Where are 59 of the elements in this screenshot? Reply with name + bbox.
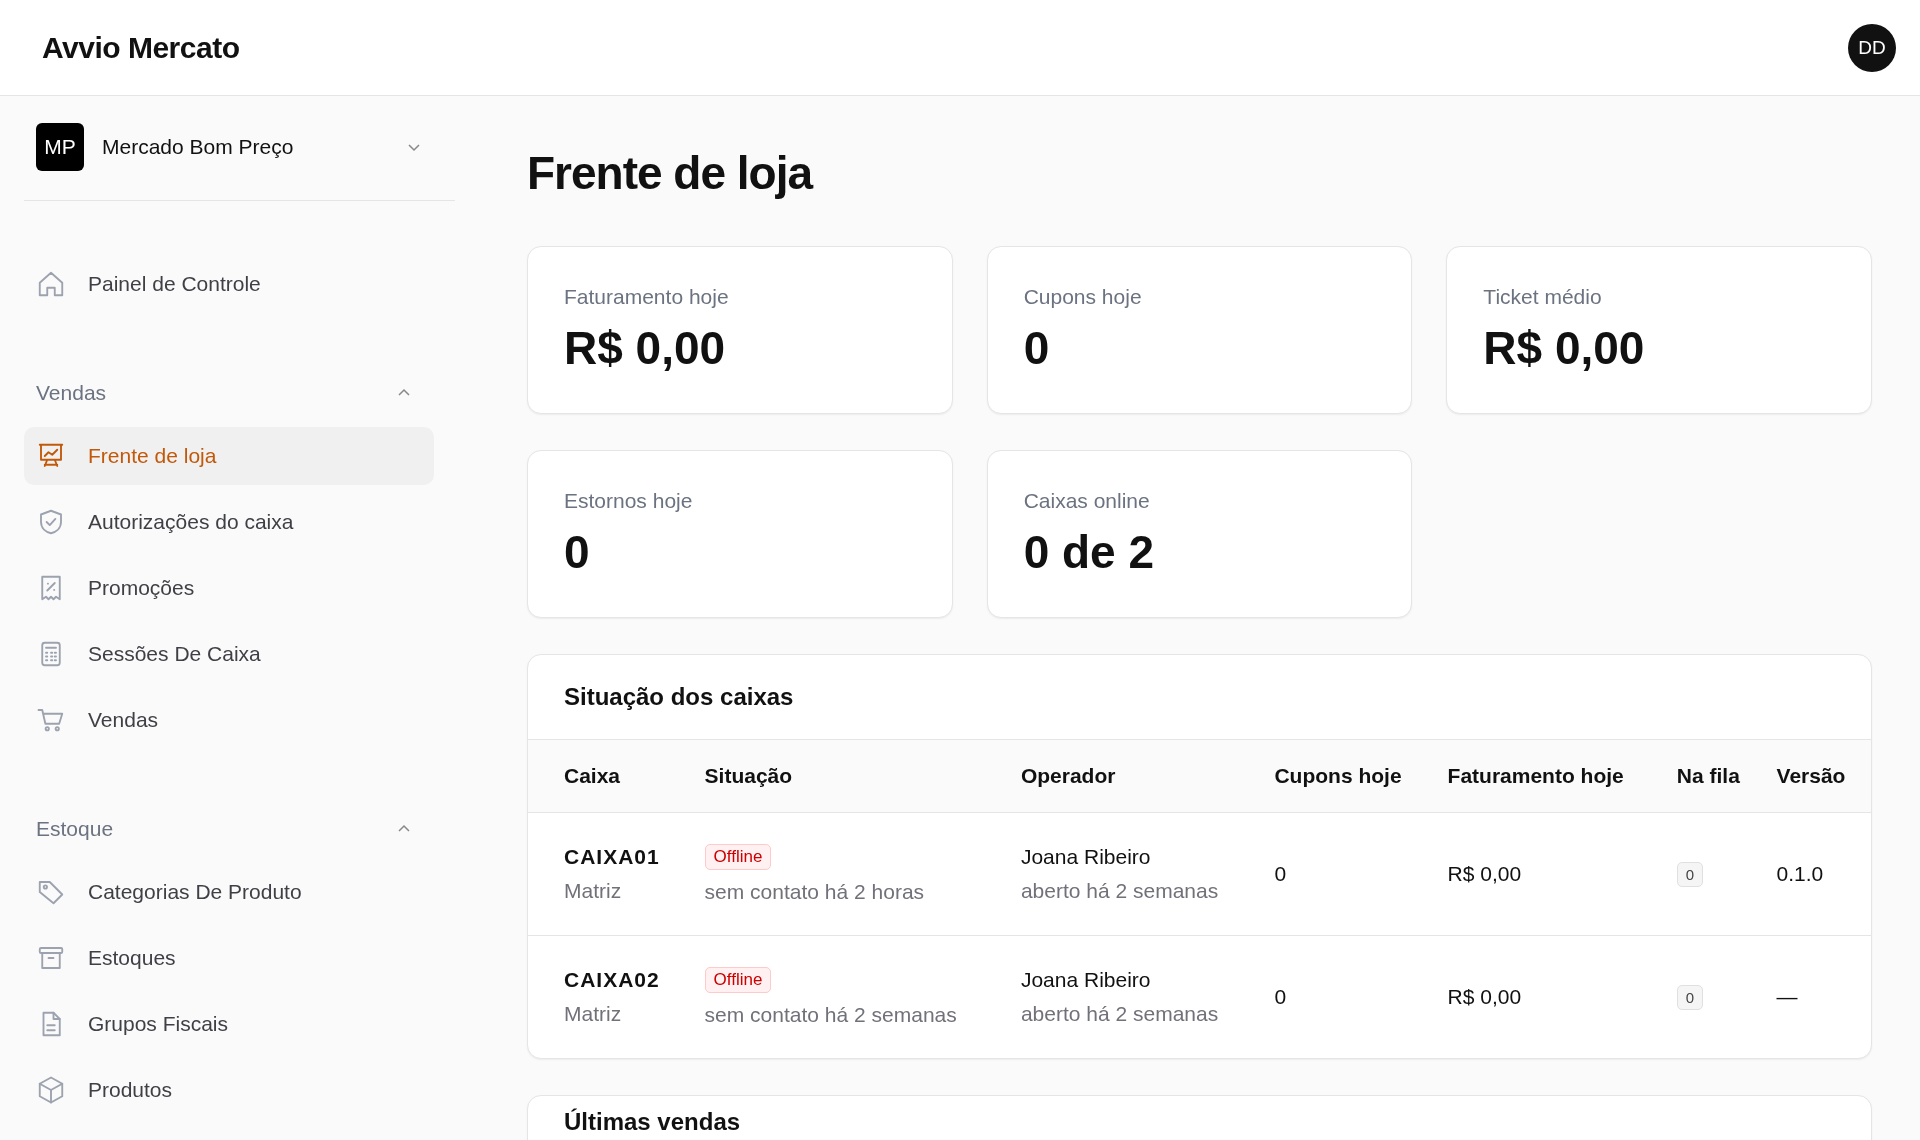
status-badge: Offline xyxy=(704,844,772,870)
store-logo: MP xyxy=(36,123,84,171)
register-location: Matriz xyxy=(564,1002,623,1026)
box-icon xyxy=(36,1075,66,1105)
table-cell: 0 xyxy=(1274,985,1287,1008)
operator-detail: aberto há 2 semanas xyxy=(1020,1002,1220,1026)
nav-item[interactable]: Frente de loja xyxy=(24,427,434,485)
stat-label: Cupons hoje xyxy=(1023,285,1143,309)
card-title: Situação dos caixas xyxy=(563,682,795,712)
nav-item[interactable]: Painel de Controle xyxy=(24,255,434,313)
column-header: Na fila xyxy=(1664,739,1765,813)
stat-value: R$ 0,00 xyxy=(1483,321,1646,375)
stat-value: R$ 0,00 xyxy=(564,321,727,375)
register-code: CAIXA01 xyxy=(564,845,661,869)
operator-name: Joana Ribeiro xyxy=(1020,845,1152,869)
column-header: Situação xyxy=(692,739,1009,813)
section-header[interactable]: Estoque xyxy=(24,809,424,849)
operator-name: Joana Ribeiro xyxy=(1020,968,1152,992)
stat-value: 0 xyxy=(564,525,591,579)
nav-item[interactable]: Autorizações do caixa xyxy=(24,493,434,551)
nav-item[interactable]: Estoques xyxy=(24,929,434,987)
app-title: Avvio Mercato xyxy=(42,30,240,65)
register-code: CAIXA02 xyxy=(564,968,661,992)
table-cell: R$ 0,00 xyxy=(1447,862,1522,885)
nav-item[interactable]: Grupos Fiscais xyxy=(24,995,434,1053)
store-selector[interactable]: MP Mercado Bom Preço xyxy=(24,122,434,172)
table-cell: 0.1.0 xyxy=(1776,862,1824,885)
user-avatar[interactable]: DD xyxy=(1848,23,1896,72)
stat-label: Ticket médio xyxy=(1483,285,1603,309)
operator-detail: aberto há 2 semanas xyxy=(1020,879,1220,903)
stat-label: Estornos hoje xyxy=(564,489,694,513)
stat-value: 0 de 2 xyxy=(1023,525,1156,579)
register-location: Matriz xyxy=(564,879,623,903)
stat-label: Caixas online xyxy=(1023,489,1151,513)
status-detail: sem contato há 2 horas xyxy=(704,880,926,904)
card-title: Últimas vendas xyxy=(563,1107,742,1137)
column-header: Faturamento hoje xyxy=(1435,739,1665,813)
section-header[interactable]: Vendas xyxy=(24,373,424,413)
stat-value: 0 xyxy=(1023,321,1051,375)
nav-item[interactable]: Vendas xyxy=(24,691,434,749)
queue-count: 0 xyxy=(1676,985,1704,1010)
table-cell: 0 xyxy=(1274,862,1287,885)
status-detail: sem contato há 2 semanas xyxy=(704,1003,958,1027)
table-cell: — xyxy=(1776,985,1798,1008)
queue-count: 0 xyxy=(1676,862,1704,887)
nav-item[interactable]: Sessões De Caixa xyxy=(24,625,434,683)
column-header: Versão xyxy=(1764,739,1871,813)
nav-item[interactable]: Produtos xyxy=(24,1061,434,1119)
stat-label: Faturamento hoje xyxy=(564,285,730,309)
nav-item[interactable]: Promoções xyxy=(24,559,434,617)
nav-item[interactable]: Categorias De Produto xyxy=(24,863,434,921)
column-header: Caixa xyxy=(528,739,693,813)
store-name: Mercado Bom Preço xyxy=(102,135,295,159)
table-cell: R$ 0,00 xyxy=(1447,985,1522,1008)
home-icon xyxy=(36,269,66,299)
column-header: Operador xyxy=(1008,739,1263,813)
page-title: Frente de loja xyxy=(527,146,814,200)
column-header: Cupons hoje xyxy=(1262,739,1436,813)
status-badge: Offline xyxy=(704,967,772,993)
